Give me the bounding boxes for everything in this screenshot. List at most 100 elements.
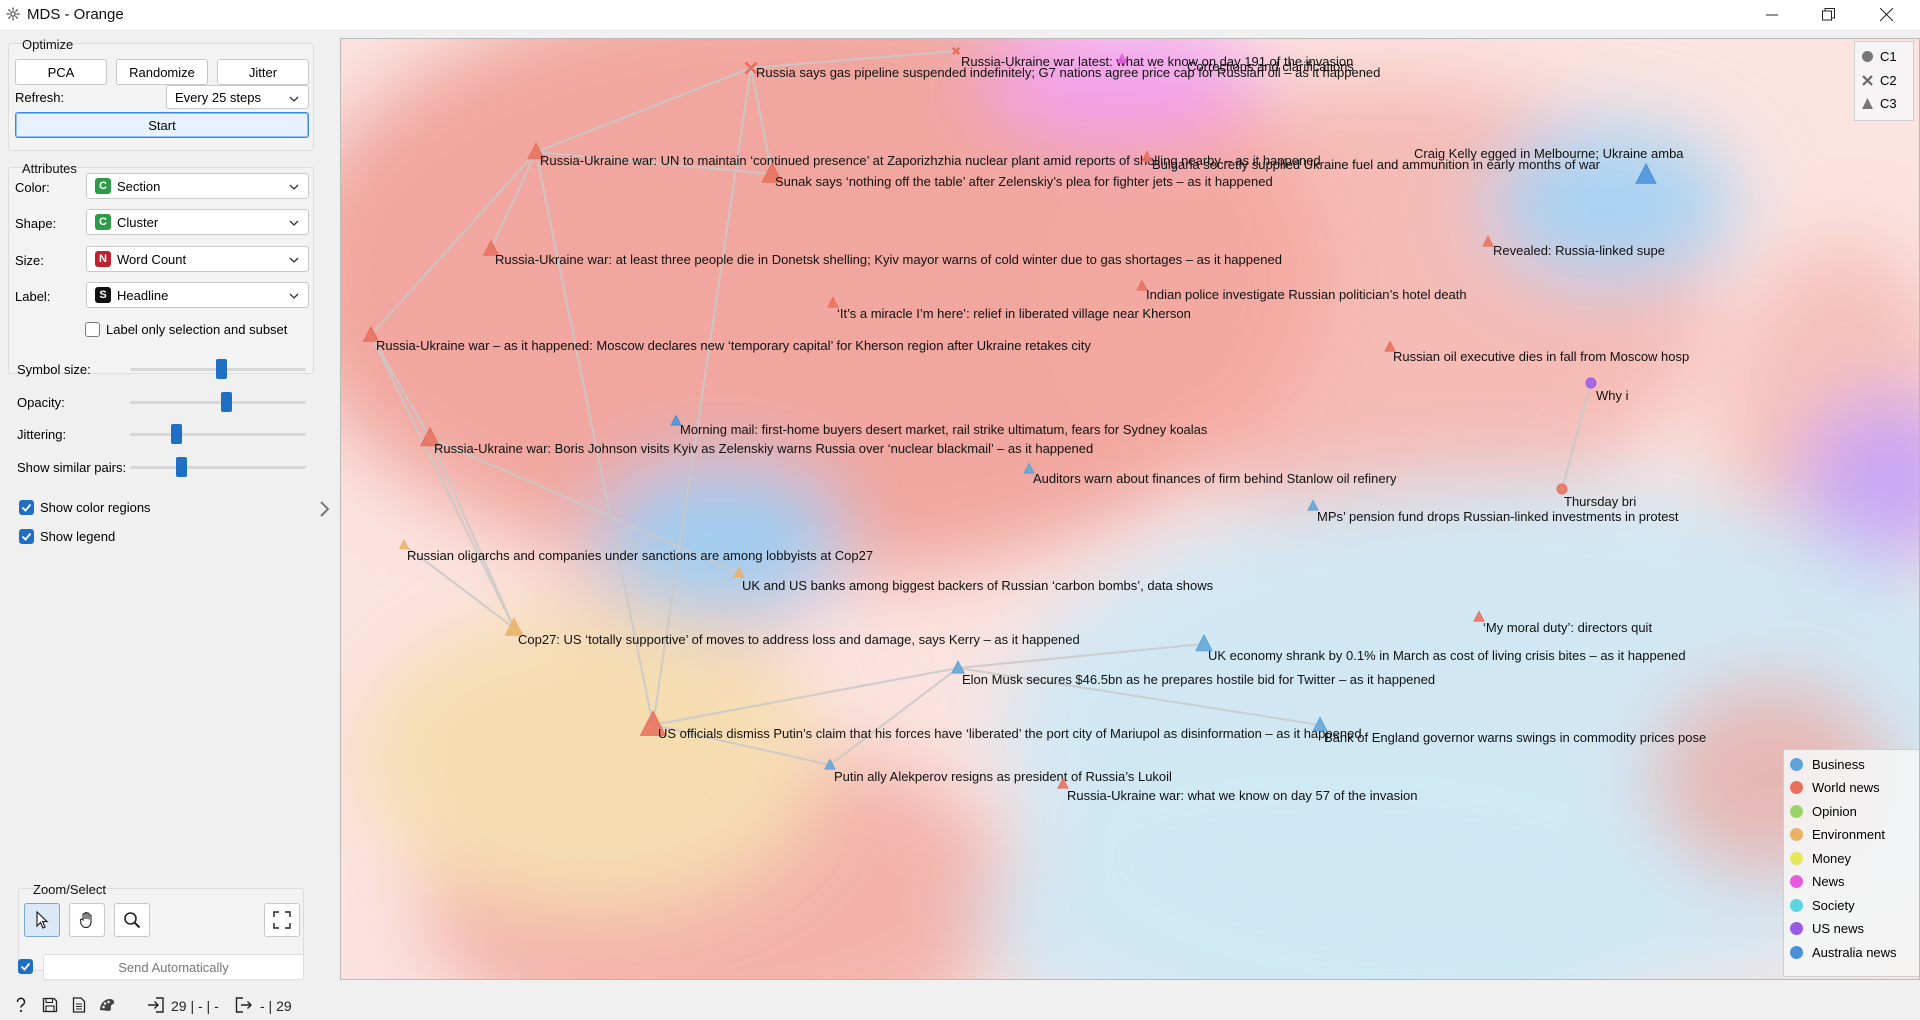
point-label: Revealed: Russia-linked supe — [1493, 243, 1665, 258]
symbol-size-label: Symbol size: — [17, 362, 91, 377]
color-swatch — [1790, 804, 1803, 818]
jitter-button[interactable]: Jitter — [217, 59, 309, 85]
point-label: ‘My moral duty’: directors quit — [1483, 620, 1652, 635]
restore-button[interactable] — [1800, 0, 1856, 29]
point-label: Why i — [1596, 388, 1629, 403]
pan-tool-button[interactable] — [69, 903, 105, 937]
color-swatch — [1790, 945, 1803, 959]
legend-item-society: Society — [1790, 896, 1855, 914]
input-icon — [148, 997, 164, 1013]
pointer-icon — [36, 911, 49, 929]
string-icon: S — [95, 287, 111, 303]
point-label: US officials dismiss Putin’s claim that … — [658, 726, 1362, 741]
collapse-panel-chevron-icon[interactable] — [318, 500, 330, 518]
color-swatch — [1790, 780, 1803, 794]
point-label: Putin ally Alekperov resigns as presiden… — [834, 769, 1172, 784]
size-select[interactable]: N Word Count — [86, 246, 309, 272]
close-icon — [1879, 8, 1893, 21]
point-label: UK economy shrank by 0.1% in March as co… — [1208, 648, 1686, 663]
zoom-select-title: Zoom/Select — [33, 882, 106, 897]
color-select[interactable]: C Section — [86, 173, 309, 199]
slider-handle[interactable] — [171, 424, 182, 444]
orange-app-icon — [6, 7, 20, 21]
label-only-selection-checkbox[interactable] — [85, 322, 100, 337]
legend-label: C1 — [1880, 48, 1897, 64]
point-label: Russian oil executive dies in fall from … — [1393, 349, 1689, 364]
optimize-title: Optimize — [22, 37, 74, 52]
pca-button[interactable]: PCA — [15, 59, 107, 85]
legend-item-world-news: World news — [1790, 778, 1880, 796]
refresh-select[interactable]: Every 25 steps — [166, 85, 309, 109]
close-button[interactable] — [1858, 0, 1914, 29]
visual-settings-icon[interactable] — [98, 997, 116, 1013]
legend-item-us-news: US news — [1790, 919, 1864, 937]
point-label: ‘It’s a miracle I’m here’: relief in lib… — [837, 306, 1191, 321]
point-label: Indian police investigate Russian politi… — [1146, 287, 1467, 302]
chevron-down-icon — [289, 257, 299, 263]
legend-item-environment: Environment — [1790, 825, 1885, 843]
shape-label: Shape: — [15, 216, 57, 231]
randomize-button[interactable]: Randomize — [116, 59, 208, 85]
fit-icon — [273, 911, 291, 929]
control-panel: Optimize PCA Randomize Jitter Refresh: E… — [0, 29, 330, 980]
slider-handle[interactable] — [216, 359, 227, 379]
circle-marker[interactable] — [1585, 377, 1597, 389]
numeric-icon: N — [95, 251, 111, 267]
status-bar: 29 | - | - - | 29 — [0, 990, 1920, 1020]
slider-handle[interactable] — [176, 457, 187, 477]
output-icon — [235, 997, 252, 1013]
color-swatch — [1790, 757, 1803, 771]
data-point[interactable]: Russia says gas pipeline suspended indef… — [744, 61, 1381, 80]
color-swatch — [1790, 827, 1803, 841]
mds-scatter[interactable]: Russia-Ukraine war latest: what we know … — [341, 39, 1920, 980]
zoom-reset-button[interactable] — [264, 903, 300, 937]
jittering-slider[interactable] — [130, 424, 306, 444]
circle-icon — [1862, 50, 1873, 62]
help-icon[interactable] — [13, 997, 29, 1013]
refresh-value: Every 25 steps — [175, 89, 261, 105]
start-button[interactable]: Start — [15, 112, 309, 138]
point-label: Bulgaria secretly supplied Ukraine fuel … — [1152, 157, 1601, 172]
legend-label: C3 — [1880, 95, 1897, 111]
save-icon[interactable] — [42, 997, 58, 1013]
point-label: Sunak says ‘nothing off the table’ after… — [775, 174, 1273, 189]
hand-icon — [79, 911, 92, 929]
zoom-tool-button[interactable] — [114, 903, 150, 937]
show-legend-label: Show legend — [40, 529, 116, 544]
chevron-down-icon — [289, 96, 299, 102]
color-value: Section — [117, 178, 161, 194]
slider-handle[interactable] — [221, 392, 232, 412]
show-legend-checkbox[interactable] — [19, 529, 34, 544]
legend-item-opinion: Opinion — [1790, 802, 1857, 820]
opacity-label: Opacity: — [17, 395, 65, 410]
legend-item-australia-news: Australia news — [1790, 943, 1897, 961]
chevron-down-icon — [289, 184, 299, 190]
check-icon — [20, 962, 31, 971]
title-bar: MDS - Orange — [0, 0, 1920, 29]
point-label: Cop27: US ‘totally supportive’ of moves … — [518, 632, 1080, 647]
similar-pairs-slider[interactable] — [130, 457, 306, 477]
opacity-slider[interactable] — [130, 392, 306, 412]
send-automatically-checkbox[interactable] — [18, 959, 33, 974]
window-title: MDS - Orange — [27, 6, 124, 23]
point-label: Elon Musk secures $46.5bn as he prepares… — [962, 672, 1435, 687]
send-automatically-button[interactable]: Send Automatically — [43, 954, 304, 980]
symbol-size-slider[interactable] — [130, 359, 306, 379]
report-icon[interactable] — [71, 997, 87, 1013]
size-value: Word Count — [117, 251, 187, 267]
label-select[interactable]: S Headline — [86, 282, 309, 308]
shape-select[interactable]: C Cluster — [86, 209, 309, 235]
select-tool-button[interactable] — [24, 903, 60, 937]
show-color-regions-label: Show color regions — [40, 500, 151, 515]
color-swatch — [1790, 898, 1803, 912]
legend-item-business: Business — [1790, 755, 1865, 773]
mds-plot[interactable]: Russia-Ukraine war latest: what we know … — [340, 38, 1920, 980]
categorical-icon: C — [95, 214, 111, 230]
minimize-button[interactable] — [1744, 0, 1800, 29]
color-swatch — [1790, 874, 1803, 888]
show-color-regions-checkbox[interactable] — [19, 500, 34, 515]
circle-marker[interactable] — [1556, 483, 1568, 495]
categorical-icon: C — [95, 178, 111, 194]
point-label: Russian oligarchs and companies under sa… — [407, 548, 873, 563]
point-label: Bank of England governor warns swings in… — [1324, 730, 1706, 745]
